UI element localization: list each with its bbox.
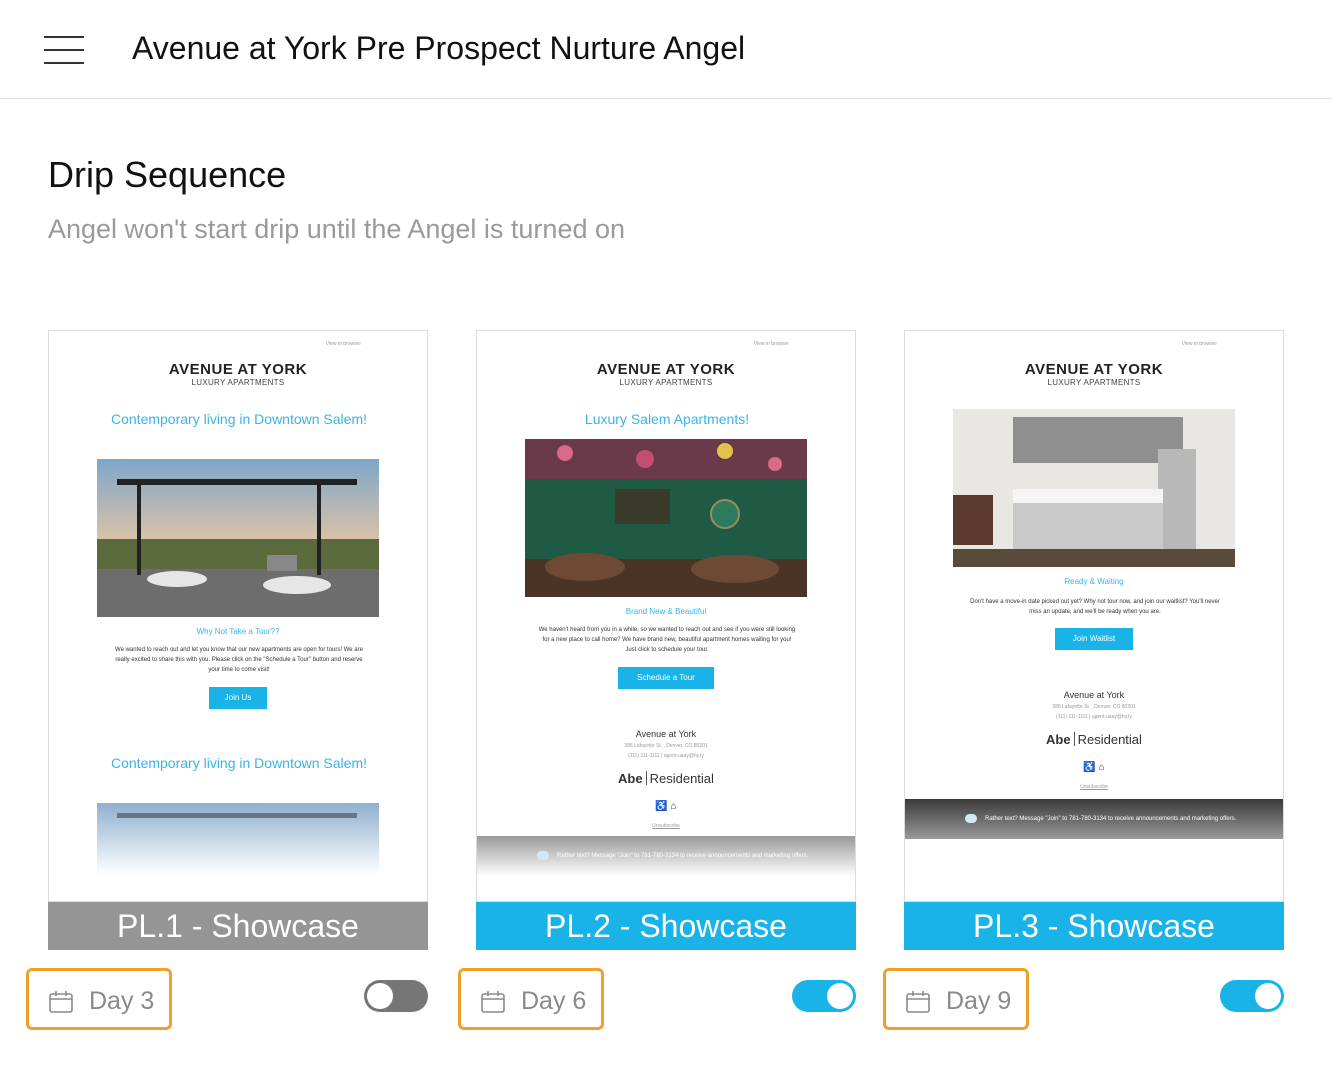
email-preview-3[interactable]: View in browser AVENUE AT YORK LUXURY AP… [904,330,1284,902]
section-subtitle: Angel won't start drip until the Angel i… [48,214,626,244]
kitchen-photo [953,409,1235,567]
hamburger-menu-icon[interactable] [44,36,84,66]
view-in-browser-link: View in browser [1181,341,1217,347]
abe-residential-logo: Abe Residential [905,732,1283,747]
unsubscribe-link[interactable]: Unsubscribe [905,784,1283,790]
email-preview-2[interactable]: View in browser AVENUE AT YORK LUXURY AP… [476,330,856,902]
accessibility-icons: ♿ ⌂ [655,801,677,812]
calendar-icon [49,991,73,1013]
email-subhead: Brand New & Beautiful [625,607,707,616]
day-label: Day 6 [521,987,587,1015]
join-waitlist-button[interactable]: Join Waitlist [1055,628,1133,650]
schedule-tour-button[interactable]: Schedule a Tour [618,667,714,689]
calendar-icon [481,991,505,1013]
card-label-2: PL.2 - Showcase [476,902,856,950]
email-body: We wanted to reach out and let you know … [115,647,363,673]
text-opt-in-band: Rather text? Message "Join" to 781-780-3… [905,799,1283,839]
email-body: We haven't heard from you in a while, so… [538,627,796,653]
email-footer-name: Avenue at York [1063,690,1125,700]
email-brand: AVENUE AT YORK [168,361,308,378]
card-label-1: PL.1 - Showcase [48,902,428,950]
abe-logo-bold: Abe [1046,732,1071,747]
rooftop-photo-repeat [97,803,379,875]
email-footer-address: 386 Lafayette St. , Denver, CO 80201 [1052,704,1136,710]
email-footer-name: Avenue at York [635,729,697,739]
email-headline: Luxury Salem Apartments! [584,411,750,427]
day-label: Day 9 [946,987,1012,1015]
unsubscribe-link[interactable]: Unsubscribe [477,823,855,829]
text-opt-in-band: Rather text? Message "Join" to 781-780-3… [477,836,855,876]
email-subhead: Ready & Waiting [1064,577,1124,586]
email-footer-contact: (111) 111-1111 | agent-uaay@hy.ly [1056,714,1132,720]
text-opt-in-message: Rather text? Message "Join" to 781-780-3… [557,853,809,859]
toggle-knob [367,983,393,1009]
abe-residential-logo: Abe Residential [477,771,855,786]
email-footer-contact: (111) 111-1111 | agent-uaay@hy.ly [628,753,704,759]
email-brand-sub: LUXURY APARTMENTS [191,378,285,387]
chat-bubble-icon [537,850,549,860]
email-footer-address: 386 Lafayette St. , Denver, CO 80201 [624,743,708,749]
abe-logo-bold: Abe [618,771,643,786]
toggle-knob [827,983,853,1009]
view-in-browser-link: View in browser [325,341,361,347]
day-label: Day 3 [89,987,155,1015]
chat-bubble-icon [965,813,977,823]
activation-toggle-1[interactable] [364,980,428,1012]
email-headline-repeat: Contemporary living in Downtown Salem! [111,755,367,771]
email-brand: AVENUE AT YORK [596,361,736,378]
card-label-3: PL.3 - Showcase [904,902,1284,950]
email-brand: AVENUE AT YORK [1024,361,1164,378]
email-subhead: Why Not Take a Tour?? [196,627,280,636]
join-us-button[interactable]: Join Us [209,687,267,709]
drip-card-1: View in browser AVENUE AT YORK LUXURY AP… [48,330,428,950]
section-title: Drip Sequence [48,154,287,195]
lounge-photo [525,439,807,597]
toggle-knob [1255,983,1281,1009]
top-bar: Avenue at York Pre Prospect Nurture Ange… [0,0,1332,99]
email-brand-sub: LUXURY APARTMENTS [619,378,713,387]
abe-logo-light: Residential [1077,732,1142,747]
email-brand-sub: LUXURY APARTMENTS [1047,378,1141,387]
rooftop-photo [97,459,379,617]
activation-toggle-2[interactable] [792,980,856,1012]
drip-card-3: View in browser AVENUE AT YORK LUXURY AP… [904,330,1284,950]
day-selector-2[interactable]: Day 6 [458,968,604,1030]
page-title: Avenue at York Pre Prospect Nurture Ange… [132,30,746,66]
view-in-browser-link: View in browser [753,341,789,347]
calendar-icon [906,991,930,1013]
day-selector-1[interactable]: Day 3 [26,968,172,1030]
email-body: Don't have a move-in date picked out yet… [970,599,1220,615]
day-selector-3[interactable]: Day 9 [883,968,1029,1030]
email-headline: Contemporary living in Downtown Salem! [111,411,367,427]
activation-toggle-3[interactable] [1220,980,1284,1012]
text-opt-in-message: Rather text? Message "Join" to 781-780-3… [985,816,1237,822]
abe-logo-light: Residential [649,771,714,786]
email-preview-1[interactable]: View in browser AVENUE AT YORK LUXURY AP… [48,330,428,902]
accessibility-icons: ♿ ⌂ [1083,762,1105,773]
drip-card-2: View in browser AVENUE AT YORK LUXURY AP… [476,330,856,950]
